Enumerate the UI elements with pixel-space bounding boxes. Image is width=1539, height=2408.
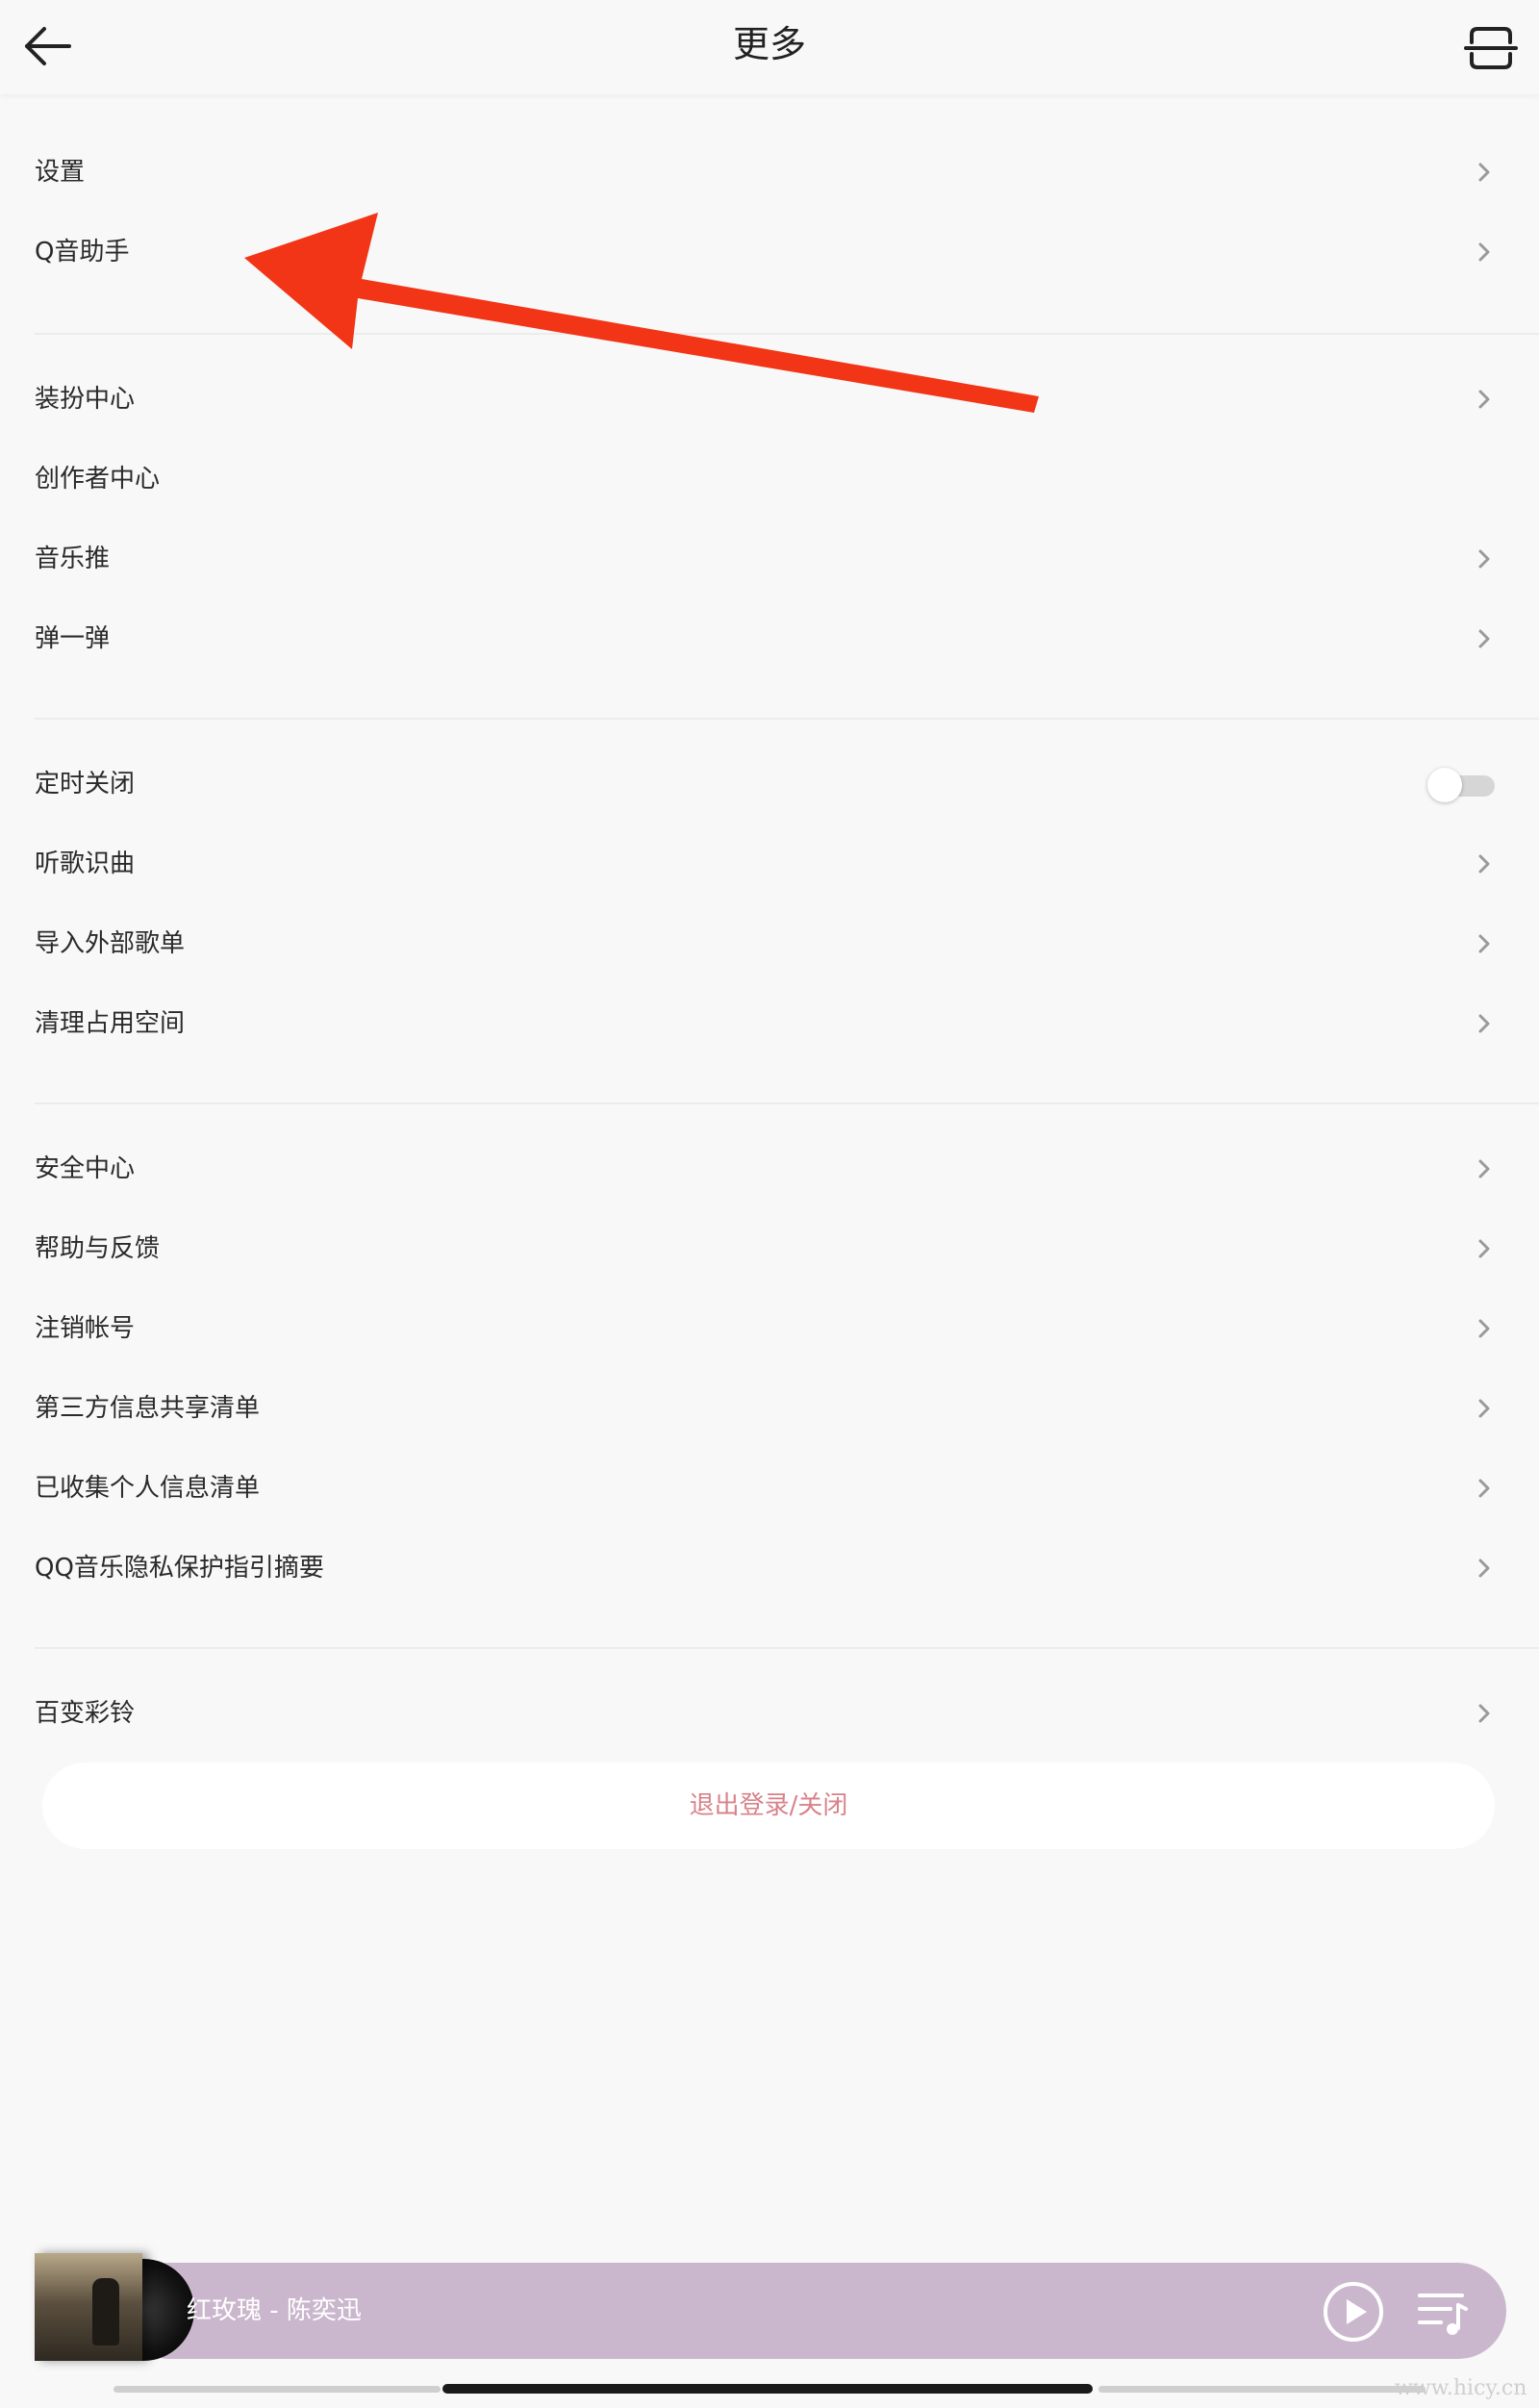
menu-item[interactable]: 定时关闭 bbox=[0, 745, 1539, 824]
now-playing-title[interactable]: 红玫瑰 - 陈奕迅 bbox=[187, 2263, 362, 2359]
toggle-knob bbox=[1427, 768, 1462, 802]
menu-item[interactable]: QQ音乐隐私保护指引摘要 bbox=[0, 1529, 1539, 1609]
menu-group: 百变彩铃 bbox=[0, 1649, 1539, 1754]
menu-item[interactable]: 注销帐号 bbox=[0, 1289, 1539, 1369]
menu-item[interactable]: 装扮中心 bbox=[0, 360, 1539, 440]
home-bar-right bbox=[1098, 2386, 1425, 2393]
menu-item-label: 装扮中心 bbox=[35, 385, 136, 414]
chevron-right-icon bbox=[1478, 1704, 1490, 1723]
more-page: 更多 设置 Q音助手装扮中心创作者中心音乐推弹一弹定时关闭听歌识曲导入外部歌单 清理… bbox=[0, 0, 1539, 2408]
menu-item[interactable]: 帮助与反馈 bbox=[0, 1209, 1539, 1289]
menu-item-label: 第三方信息共享清单 bbox=[35, 1394, 261, 1423]
menu-item[interactable]: 音乐推 bbox=[0, 520, 1539, 599]
chevron-right-icon bbox=[1478, 1159, 1490, 1179]
scan-button[interactable] bbox=[1462, 19, 1520, 77]
chevron-right-icon bbox=[1478, 1319, 1490, 1338]
top-bar: 更多 bbox=[0, 0, 1539, 94]
menu-item[interactable]: Q音助手 bbox=[0, 213, 1539, 292]
settings-menu: 设置 Q音助手装扮中心创作者中心音乐推弹一弹定时关闭听歌识曲导入外部歌单 清理占用空… bbox=[0, 94, 1539, 1754]
menu-item-label: 清理占用空间 bbox=[35, 1009, 186, 1038]
menu-item-label: 音乐推 bbox=[35, 545, 111, 573]
logout-button[interactable]: 退出登录/关闭 bbox=[42, 1762, 1495, 1849]
menu-item-label: 设置 bbox=[35, 158, 86, 187]
menu-item-label: 安全中心 bbox=[35, 1154, 136, 1183]
menu-item-label: 弹一弹 bbox=[35, 624, 111, 653]
menu-item-label: 帮助与反馈 bbox=[35, 1234, 161, 1263]
play-circle-icon bbox=[1324, 2282, 1383, 2342]
menu-item-label: 导入外部歌单 bbox=[35, 929, 186, 958]
menu-item[interactable]: 听歌识曲 bbox=[0, 824, 1539, 904]
menu-item-label: 听歌识曲 bbox=[35, 849, 136, 878]
menu-item[interactable]: 创作者中心 bbox=[0, 440, 1539, 520]
album-cover[interactable] bbox=[35, 2253, 142, 2361]
chevron-right-icon bbox=[1478, 854, 1490, 874]
album-cover-figure bbox=[92, 2278, 119, 2345]
menu-group: 安全中心帮助与反馈注销帐号第三方信息共享清单 已收集个人信息清单 QQ音乐隐私保护指… bbox=[0, 1104, 1539, 1647]
menu-item[interactable]: 安全中心 bbox=[0, 1129, 1539, 1209]
menu-item-label: QQ音乐隐私保护指引摘要 bbox=[35, 1554, 324, 1583]
menu-item[interactable]: 弹一弹 bbox=[0, 599, 1539, 679]
menu-item-label: Q音助手 bbox=[35, 238, 130, 266]
playlist-button[interactable] bbox=[1416, 2286, 1470, 2340]
watermark: www.hicy.cn bbox=[1395, 2376, 1527, 2400]
menu-item[interactable]: 清理占用空间 bbox=[0, 984, 1539, 1064]
menu-item[interactable]: 已收集个人信息清单 bbox=[0, 1449, 1539, 1529]
menu-item[interactable]: 导入外部歌单 bbox=[0, 904, 1539, 984]
chevron-right-icon bbox=[1478, 163, 1490, 182]
chevron-right-icon bbox=[1478, 1479, 1490, 1498]
menu-item-label: 百变彩铃 bbox=[35, 1699, 136, 1728]
menu-item-label: 定时关闭 bbox=[35, 770, 136, 798]
chevron-right-icon bbox=[1478, 242, 1490, 262]
menu-item-label: 创作者中心 bbox=[35, 465, 161, 494]
menu-item[interactable]: 设置 bbox=[0, 133, 1539, 213]
menu-item-label: 注销帐号 bbox=[35, 1314, 136, 1343]
chevron-right-icon bbox=[1478, 1559, 1490, 1578]
mini-player[interactable]: 红玫瑰 - 陈奕迅 bbox=[35, 2253, 1506, 2361]
back-button[interactable] bbox=[19, 17, 77, 75]
chevron-right-icon bbox=[1478, 1014, 1490, 1033]
menu-item[interactable]: 百变彩铃 bbox=[0, 1674, 1539, 1754]
home-bar-left bbox=[114, 2386, 441, 2393]
menu-group: 设置 Q音助手 bbox=[0, 94, 1539, 333]
sleep-timer-toggle[interactable] bbox=[1427, 768, 1497, 802]
chevron-right-icon bbox=[1478, 934, 1490, 953]
home-indicator[interactable] bbox=[442, 2384, 1093, 2394]
menu-item-label: 已收集个人信息清单 bbox=[35, 1474, 261, 1503]
play-button[interactable] bbox=[1322, 2280, 1385, 2344]
chevron-right-icon bbox=[1478, 549, 1490, 569]
scan-icon bbox=[1464, 27, 1518, 69]
menu-group: 定时关闭听歌识曲导入外部歌单 清理占用空间 bbox=[0, 720, 1539, 1103]
menu-group: 装扮中心创作者中心音乐推弹一弹 bbox=[0, 335, 1539, 718]
menu-item[interactable]: 第三方信息共享清单 bbox=[0, 1369, 1539, 1449]
page-title: 更多 bbox=[732, 23, 806, 65]
chevron-right-icon bbox=[1478, 629, 1490, 648]
chevron-right-icon bbox=[1478, 1239, 1490, 1258]
playlist-icon bbox=[1418, 2294, 1468, 2335]
chevron-right-icon bbox=[1478, 1399, 1490, 1418]
chevron-right-icon bbox=[1478, 390, 1490, 409]
arrow-left-icon bbox=[25, 27, 71, 65]
